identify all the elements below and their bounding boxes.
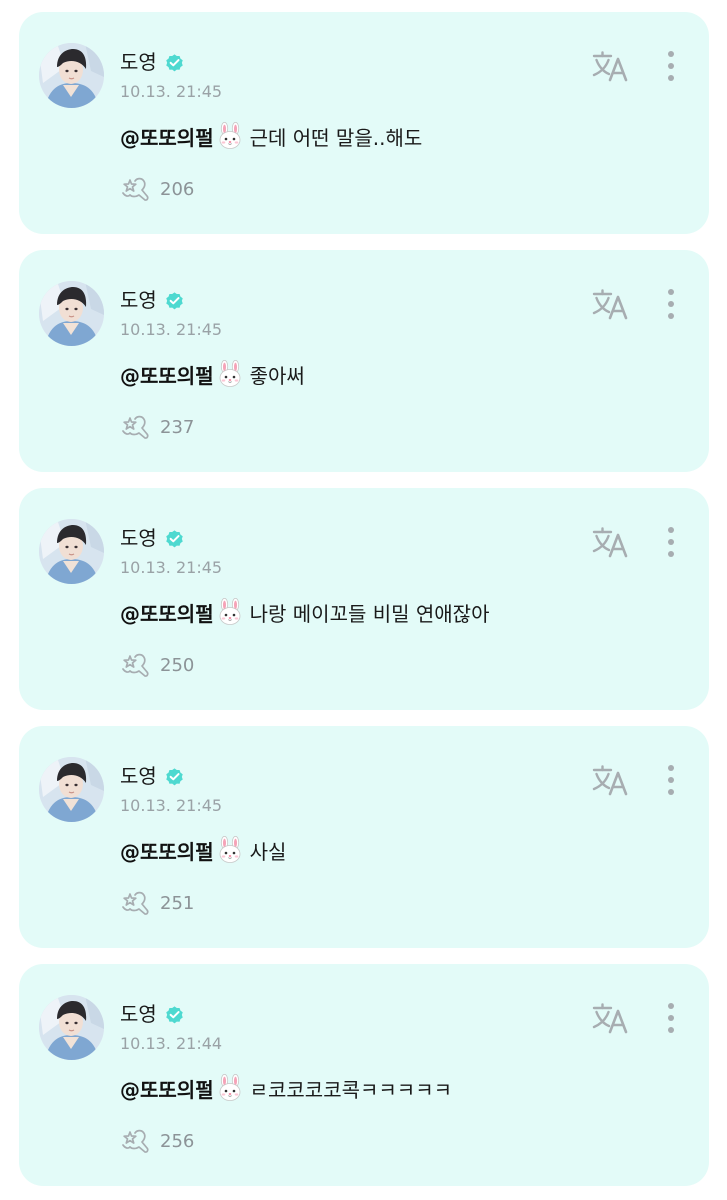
avatar[interactable] <box>39 519 104 584</box>
translate-icon[interactable] <box>591 526 629 558</box>
comment-text: 사실 <box>249 839 287 864</box>
avatar[interactable] <box>39 757 104 822</box>
translate-icon[interactable] <box>591 764 629 796</box>
verified-badge-icon <box>164 52 185 73</box>
cheer-heart-hand-icon <box>120 413 152 441</box>
comment-feed: 도영 10.13. 21:45 @또또의펄 근데 어떤 말을..해도 206 도… <box>0 0 727 1200</box>
comment-text: 좋아써 <box>249 363 305 388</box>
comment-card[interactable]: 도영 10.13. 21:45 @또또의펄 <box>19 726 709 948</box>
author-row: 도영 <box>120 1001 185 1027</box>
avatar[interactable] <box>39 281 104 346</box>
comment-card[interactable]: 도영 10.13. 21:45 @또또의펄 <box>19 12 709 234</box>
reaction-count: 206 <box>160 178 195 200</box>
author-row: 도영 <box>120 525 185 551</box>
verified-badge-icon <box>164 1004 185 1025</box>
mention-link[interactable]: @또또의펄 <box>120 122 214 151</box>
verified-badge-icon <box>164 290 185 311</box>
rabbit-face-emoji-icon <box>216 597 244 626</box>
avatar[interactable] <box>39 995 104 1060</box>
timestamp: 10.13. 21:45 <box>120 320 223 339</box>
translate-icon[interactable] <box>591 1002 629 1034</box>
mention-link[interactable]: @또또의펄 <box>120 1074 214 1103</box>
more-vertical-icon[interactable] <box>664 1001 678 1035</box>
reaction-count: 251 <box>160 892 195 914</box>
timestamp: 10.13. 21:45 <box>120 796 223 815</box>
author-name[interactable]: 도영 <box>120 287 157 313</box>
verified-badge-icon <box>164 766 185 787</box>
reaction-count: 237 <box>160 416 195 438</box>
rabbit-face-emoji-icon <box>216 1073 244 1102</box>
cheer-heart-hand-icon <box>120 651 152 679</box>
comment-body: @또또의펄 사실 <box>120 834 286 866</box>
comment-body: @또또의펄 나랑 메이꼬들 비밀 연애잖아 <box>120 596 489 628</box>
comment-text: ㄹ코코코코콕ㅋㅋㅋㅋㅋ <box>249 1077 453 1102</box>
mention-link[interactable]: @또또의펄 <box>120 360 214 389</box>
more-vertical-icon[interactable] <box>664 763 678 797</box>
more-vertical-icon[interactable] <box>664 49 678 83</box>
timestamp: 10.13. 21:45 <box>120 558 223 577</box>
comment-body: @또또의펄 근데 어떤 말을..해도 <box>120 120 422 152</box>
timestamp: 10.13. 21:45 <box>120 82 223 101</box>
comment-body: @또또의펄 ㄹ코코코코콕ㅋㅋㅋㅋㅋ <box>120 1072 452 1104</box>
comment-card[interactable]: 도영 10.13. 21:45 @또또의펄 <box>19 250 709 472</box>
reaction-count: 250 <box>160 654 195 676</box>
timestamp: 10.13. 21:44 <box>120 1034 223 1053</box>
rabbit-face-emoji-icon <box>216 359 244 388</box>
author-row: 도영 <box>120 763 185 789</box>
comment-card[interactable]: 도영 10.13. 21:44 @또또의펄 ㄹ코코코코콕ㅋㅋㅋㅋㅋ 256 <box>19 964 709 1186</box>
more-vertical-icon[interactable] <box>664 525 678 559</box>
comment-text: 근데 어떤 말을..해도 <box>249 125 423 150</box>
reaction-count: 256 <box>160 1130 195 1152</box>
cheer-heart-hand-icon <box>120 1127 152 1155</box>
avatar[interactable] <box>39 43 104 108</box>
reaction-button[interactable]: 250 <box>120 651 194 679</box>
mention-link[interactable]: @또또의펄 <box>120 836 214 865</box>
translate-icon[interactable] <box>591 288 629 320</box>
verified-badge-icon <box>164 528 185 549</box>
comment-body: @또또의펄 좋아써 <box>120 358 305 390</box>
cheer-heart-hand-icon <box>120 175 152 203</box>
author-name[interactable]: 도영 <box>120 763 157 789</box>
translate-icon[interactable] <box>591 50 629 82</box>
rabbit-face-emoji-icon <box>216 121 244 150</box>
mention-link[interactable]: @또또의펄 <box>120 598 214 627</box>
rabbit-face-emoji-icon <box>216 835 244 864</box>
reaction-button[interactable]: 251 <box>120 889 194 917</box>
comment-card[interactable]: 도영 10.13. 21:45 @또또의펄 <box>19 488 709 710</box>
comment-text: 나랑 메이꼬들 비밀 연애잖아 <box>249 601 490 626</box>
author-name[interactable]: 도영 <box>120 1001 157 1027</box>
reaction-button[interactable]: 206 <box>120 175 194 203</box>
reaction-button[interactable]: 237 <box>120 413 194 441</box>
author-name[interactable]: 도영 <box>120 49 157 75</box>
cheer-heart-hand-icon <box>120 889 152 917</box>
author-row: 도영 <box>120 49 185 75</box>
author-row: 도영 <box>120 287 185 313</box>
author-name[interactable]: 도영 <box>120 525 157 551</box>
more-vertical-icon[interactable] <box>664 287 678 321</box>
reaction-button[interactable]: 256 <box>120 1127 194 1155</box>
